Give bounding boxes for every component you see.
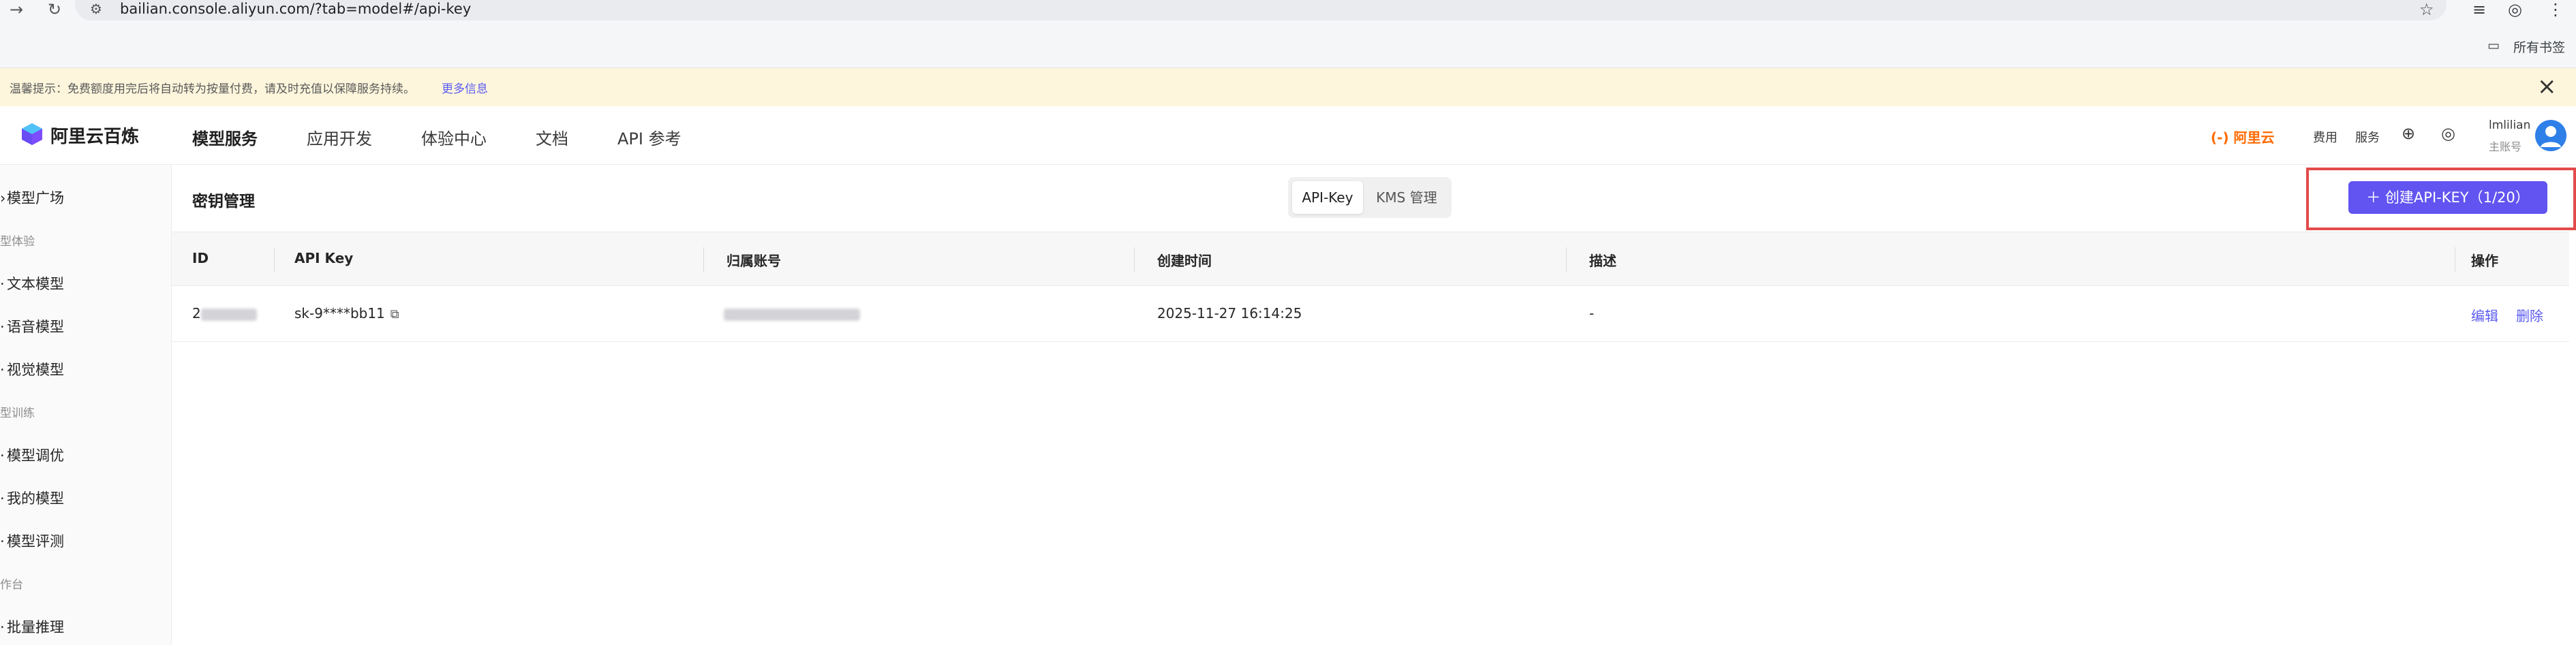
column-divider <box>1566 247 1567 272</box>
cell-description: - <box>1589 305 1595 321</box>
cell-created: 2025-11-27 16:14:25 <box>1157 305 1302 321</box>
billing-link[interactable]: 费用 <box>2313 128 2337 146</box>
sidebar-item-voice-model[interactable]: · 语音模型 <box>0 316 64 336</box>
sidebar-item-label: 我的模型 <box>7 490 64 507</box>
settings-icon[interactable]: ◎ <box>2441 124 2455 143</box>
sidebar-item-label: 模型调优 <box>7 447 64 464</box>
sidebar-item-label: 模型评测 <box>7 533 64 550</box>
bullet-icon: › <box>0 190 6 206</box>
sidebar-item-vision-model[interactable]: · 视觉模型 <box>0 359 64 379</box>
logo-text[interactable]: 阿里云百炼 <box>50 123 139 148</box>
nav-model-service[interactable]: 模型服务 <box>192 125 258 149</box>
sidebar-item-label: 批量推理 <box>7 619 64 635</box>
bullet-icon: · <box>0 319 5 335</box>
bullet-icon: · <box>0 490 5 507</box>
create-api-key-button[interactable]: ＋ 创建API-KEY（1/20） <box>2348 181 2547 214</box>
id-visible-part: 2 <box>192 305 201 321</box>
cell-id: 2 <box>192 305 257 321</box>
sidebar-item-model-eval[interactable]: · 模型评测 <box>0 531 64 551</box>
close-icon[interactable]: × <box>2537 74 2557 99</box>
bullet-icon: · <box>0 447 5 464</box>
forward-icon[interactable]: → <box>10 0 23 20</box>
bailian-logo-icon <box>22 123 42 145</box>
nav-docs[interactable]: 文档 <box>536 125 568 149</box>
sidebar-group-experience: 型体验 <box>0 235 35 249</box>
tab-api-key[interactable]: API-Key <box>1292 181 1363 214</box>
bullet-icon: · <box>0 362 5 378</box>
reload-icon[interactable]: ↻ <box>48 0 61 20</box>
edit-link[interactable]: 编辑 <box>2471 305 2498 325</box>
table-header: ID API Key 归属账号 创建时间 描述 操作 <box>172 232 2569 286</box>
aliyun-logo[interactable]: (-) 阿里云 <box>2211 127 2275 146</box>
user-avatar-icon <box>2541 126 2561 147</box>
user-role: 主账号 <box>2489 140 2522 153</box>
sidebar-item-label: 模型广场 <box>7 190 64 206</box>
column-header-created: 创建时间 <box>1157 253 1212 269</box>
sidebar-item-label: 视觉模型 <box>7 362 64 378</box>
nav-experience[interactable]: 体验中心 <box>421 125 487 149</box>
profile-icon[interactable]: ◎ <box>2508 0 2522 19</box>
page-title: 密钥管理 <box>192 193 255 210</box>
column-divider <box>274 247 275 272</box>
app-header: 阿里云百炼 模型服务 应用开发 体验中心 文档 API 参考 (-) 阿里云 费… <box>0 106 2576 165</box>
browser-menu-icon[interactable]: ⋮ <box>2547 0 2564 19</box>
bookmark-star-icon[interactable]: ☆ <box>2419 0 2434 19</box>
key-type-tabs: API-Key KMS 管理 <box>1288 177 1452 218</box>
bullet-icon: · <box>0 619 5 635</box>
delete-link[interactable]: 删除 <box>2516 305 2543 325</box>
redacted-id <box>200 308 257 321</box>
plus-icon: ＋ <box>2366 189 2385 206</box>
service-link[interactable]: 服务 <box>2355 128 2380 146</box>
create-api-key-label: 创建API-KEY（1/20） <box>2385 189 2530 206</box>
bullet-icon: · <box>0 533 5 550</box>
sidebar-item-model-tuning[interactable]: · 模型调优 <box>0 445 64 465</box>
column-divider <box>703 247 704 272</box>
api-key-value: sk-9****bb11 <box>294 305 385 321</box>
avatar[interactable] <box>2535 120 2566 151</box>
column-divider <box>1134 247 1135 272</box>
nav-app-dev[interactable]: 应用开发 <box>307 125 372 149</box>
sidebar-item-model-square[interactable]: ›模型广场 <box>0 187 64 208</box>
column-header-description: 描述 <box>1589 253 1616 269</box>
sidebar-group-training: 型训练 <box>0 407 35 420</box>
nav-api-reference[interactable]: API 参考 <box>617 125 681 149</box>
user-name[interactable]: lmlilian <box>2489 119 2530 132</box>
notice-text: 温馨提示：免费额度用完后将自动转为按量付费，请及时充值以保障服务持续。 <box>10 82 415 96</box>
column-header-account: 归属账号 <box>726 253 781 269</box>
redacted-account <box>724 308 860 321</box>
sidebar-item-my-models[interactable]: · 我的模型 <box>0 488 64 508</box>
media-control-icon[interactable]: ≡ <box>2472 0 2486 19</box>
folder-icon: ▭ <box>2487 38 2500 53</box>
url-text[interactable]: bailian.console.aliyun.com/?tab=model#/a… <box>120 0 471 18</box>
cell-api-key: sk-9****bb11 ⧉ <box>294 305 399 321</box>
tab-kms[interactable]: KMS 管理 <box>1366 181 1447 214</box>
cell-account <box>724 305 860 321</box>
notice-banner: 温馨提示：免费额度用完后将自动转为按量付费，请及时充值以保障服务持续。 更多信息… <box>0 68 2576 106</box>
copy-icon[interactable]: ⧉ <box>390 307 399 321</box>
sidebar-item-text-model[interactable]: · 文本模型 <box>0 273 64 294</box>
column-header-api-key: API Key <box>294 250 354 266</box>
bullet-icon: · <box>0 276 5 292</box>
sidebar: ›模型广场 型体验 · 文本模型 · 语音模型 · 视觉模型 型训练 · 模型调优 · 我… <box>0 165 172 645</box>
column-header-actions: 操作 <box>2471 253 2498 269</box>
all-bookmarks-button[interactable]: 所有书签 <box>2513 37 2565 56</box>
sidebar-item-label: 文本模型 <box>7 276 64 292</box>
globe-icon[interactable]: ⊕ <box>2402 124 2415 143</box>
column-header-id: ID <box>192 250 209 266</box>
browser-toolbar: → ↻ ⚙ bailian.console.aliyun.com/?tab=mo… <box>0 0 2576 68</box>
sidebar-group-workbench: 作台 <box>0 578 23 592</box>
sidebar-item-label: 语音模型 <box>7 319 64 335</box>
notice-more-link[interactable]: 更多信息 <box>442 79 488 96</box>
sidebar-item-batch-inference[interactable]: · 批量推理 <box>0 616 64 637</box>
site-info-icon[interactable]: ⚙ <box>90 0 102 18</box>
table-row: 2 sk-9****bb11 ⧉ 2025-11-27 16:14:25 - 编辑… <box>172 286 2569 342</box>
